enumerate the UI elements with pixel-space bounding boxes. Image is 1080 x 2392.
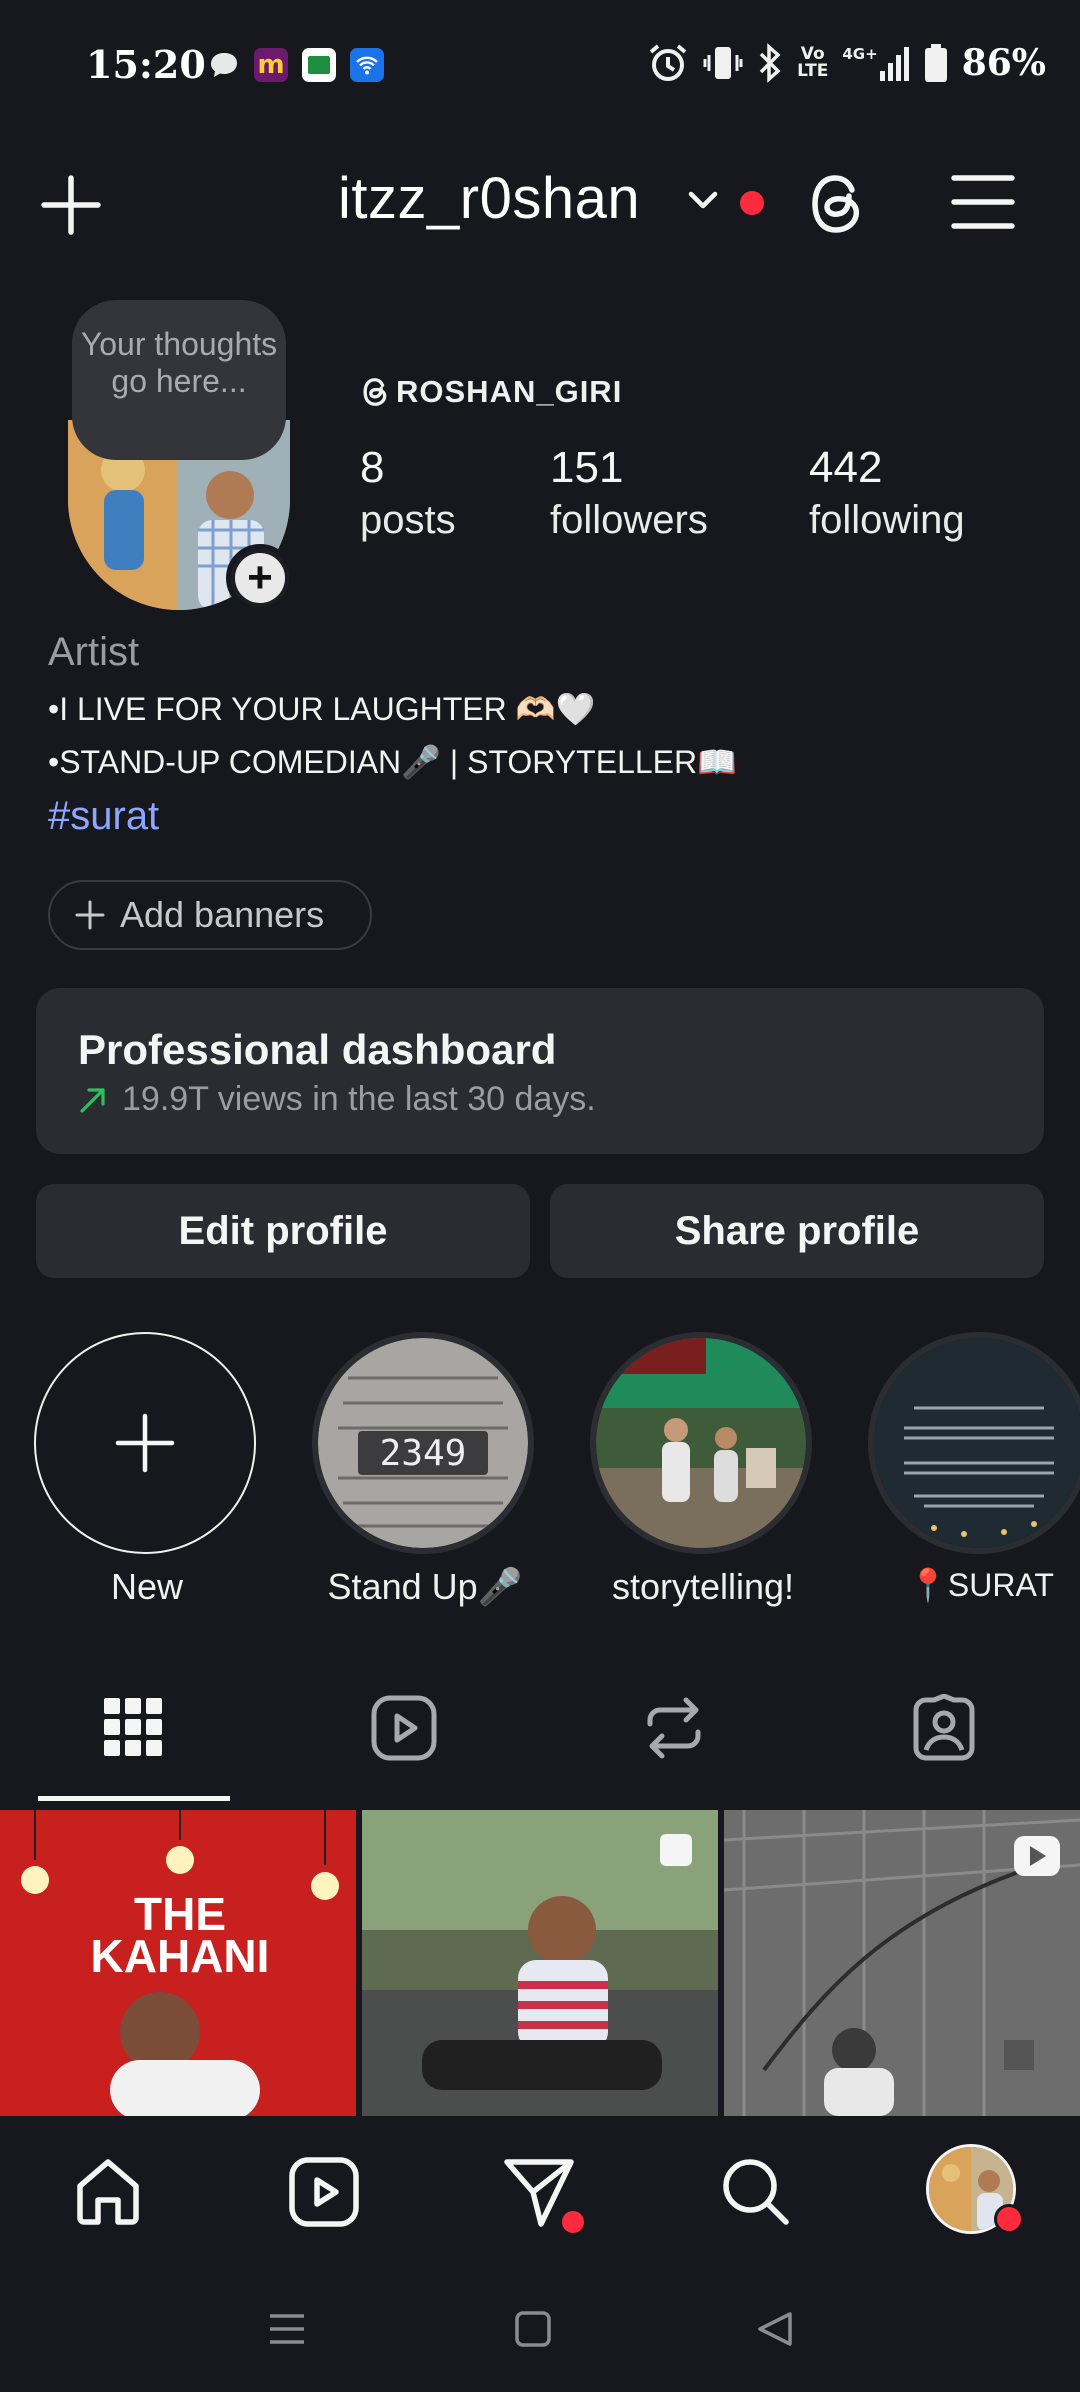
posts-label: posts xyxy=(360,498,456,542)
messages-notification-dot xyxy=(559,2208,587,2236)
post-title-line-2: KAHANI xyxy=(91,1930,270,1982)
highlight-new[interactable]: New xyxy=(34,1332,260,1607)
highlight-cover xyxy=(868,1332,1080,1554)
plus-icon xyxy=(75,900,105,930)
dashboard-title: Professional dashboard xyxy=(78,1026,557,1073)
followers-count: 151 xyxy=(550,443,624,492)
carousel-icon xyxy=(660,1834,692,1866)
status-time: 15:20 xyxy=(86,42,206,87)
account-notification-dot xyxy=(740,191,764,215)
plus-icon xyxy=(115,1413,175,1473)
share-profile-button[interactable]: Share profile xyxy=(550,1184,1044,1278)
back-triangle-icon[interactable] xyxy=(756,2310,794,2348)
status-system-icons: Vo LTE 4G+ 86% xyxy=(647,42,1046,84)
tab-active-indicator xyxy=(38,1796,230,1801)
tab-reels[interactable] xyxy=(370,1694,438,1762)
plus-icon: + xyxy=(235,553,285,603)
volte-icon: Vo LTE xyxy=(797,44,829,81)
threads-small-icon xyxy=(363,378,387,406)
repost-icon xyxy=(647,1697,701,1759)
post-thumbnail[interactable]: THE KAHANI xyxy=(0,1810,356,2116)
trend-arrow-icon xyxy=(80,1087,105,1113)
threads-icon[interactable] xyxy=(806,168,870,240)
tagged-person-icon xyxy=(913,1694,975,1761)
classroom-app-icon xyxy=(302,48,336,82)
search-icon xyxy=(723,2159,789,2225)
signal-icon: 4G+ xyxy=(842,45,909,81)
reels-icon xyxy=(289,2157,359,2227)
tab-tagged[interactable] xyxy=(910,1694,978,1762)
chevron-down-icon[interactable] xyxy=(685,188,721,212)
following-label: following xyxy=(809,498,965,542)
highlight-label: storytelling! xyxy=(611,1566,795,1607)
highlight-stand-up[interactable]: 2349 Stand Up🎤 xyxy=(312,1332,538,1607)
dashboard-subtitle: 19.9T views in the last 30 days. xyxy=(78,1080,596,1119)
followers-stat[interactable]: 151 followers xyxy=(550,442,708,546)
nav-reels[interactable] xyxy=(288,2156,360,2228)
following-stat[interactable]: 442 following xyxy=(809,442,965,546)
highlight-label: New xyxy=(110,1566,184,1607)
nav-home[interactable] xyxy=(72,2156,144,2228)
bottom-navigation-bar xyxy=(0,2116,1080,2266)
create-plus-icon[interactable] xyxy=(36,170,106,240)
nav-search[interactable] xyxy=(720,2156,792,2228)
following-count: 442 xyxy=(809,443,883,492)
followers-label: followers xyxy=(550,498,708,542)
new-highlight-circle xyxy=(34,1332,256,1554)
profile-category: Artist xyxy=(48,630,140,674)
profile-notification-dot xyxy=(994,2204,1024,2234)
menu-hamburger-icon[interactable] xyxy=(950,172,1016,232)
highlight-label: 📍SURAT xyxy=(908,1567,1054,1603)
nav-messages[interactable] xyxy=(503,2156,587,2236)
home-icon xyxy=(77,2159,139,2225)
highlight-cover: 2349 xyxy=(312,1332,534,1554)
tab-posts-grid[interactable] xyxy=(102,1694,164,1760)
posts-count: 8 xyxy=(360,443,385,492)
edit-profile-button[interactable]: Edit profile xyxy=(36,1184,530,1278)
threads-handle-badge[interactable]: ROSHAN_GIRI xyxy=(360,374,622,410)
posts-stat[interactable]: 8 posts xyxy=(360,442,456,546)
account-username[interactable]: itzz_r0shan xyxy=(338,165,640,232)
add-banners-label: Add banners xyxy=(120,894,325,935)
dashboard-views-text: 19.9T views in the last 30 days. xyxy=(122,1080,596,1118)
bio-hashtag-link[interactable]: #surat xyxy=(48,794,159,839)
status-notification-icons: m xyxy=(208,48,384,82)
alarm-icon xyxy=(647,43,689,83)
reels-icon xyxy=(371,1695,437,1761)
bio-line-2: •STAND-UP COMEDIAN🎤 | STORYTELLER📖 xyxy=(48,744,737,780)
battery-icon xyxy=(924,43,948,83)
battery-percentage: 86% xyxy=(961,42,1046,84)
system-navigation-bar xyxy=(0,2266,1080,2392)
highlight-cover xyxy=(590,1332,812,1554)
highlight-counter-text: 2349 xyxy=(380,1433,467,1474)
grid-icon xyxy=(104,1698,162,1756)
note-thought-bubble[interactable]: Your thoughts go here... xyxy=(72,300,286,460)
wifi-app-icon xyxy=(350,48,384,82)
post-thumbnail[interactable] xyxy=(362,1810,718,2116)
bio-line-1: •I LIVE FOR YOUR LAUGHTER 🫶🏻🤍 xyxy=(48,691,596,727)
add-banners-button[interactable]: Add banners xyxy=(48,880,372,950)
threads-handle-text: ROSHAN_GIRI xyxy=(396,374,623,409)
add-story-button[interactable]: + xyxy=(226,544,294,612)
bluetooth-icon xyxy=(757,43,783,83)
vibrate-icon xyxy=(703,43,743,83)
highlight-label: Stand Up🎤 xyxy=(327,1566,523,1607)
m-app-icon: m xyxy=(254,48,288,82)
highlight-surat[interactable]: 📍SURAT xyxy=(868,1332,1080,1603)
tab-reposts[interactable] xyxy=(640,1694,708,1762)
post-thumbnail[interactable] xyxy=(724,1810,1080,2116)
recent-apps-icon[interactable] xyxy=(268,2312,306,2346)
home-square-icon[interactable] xyxy=(514,2310,552,2348)
highlight-storytelling[interactable]: storytelling! xyxy=(590,1332,816,1607)
chat-bubble-icon xyxy=(208,49,240,81)
